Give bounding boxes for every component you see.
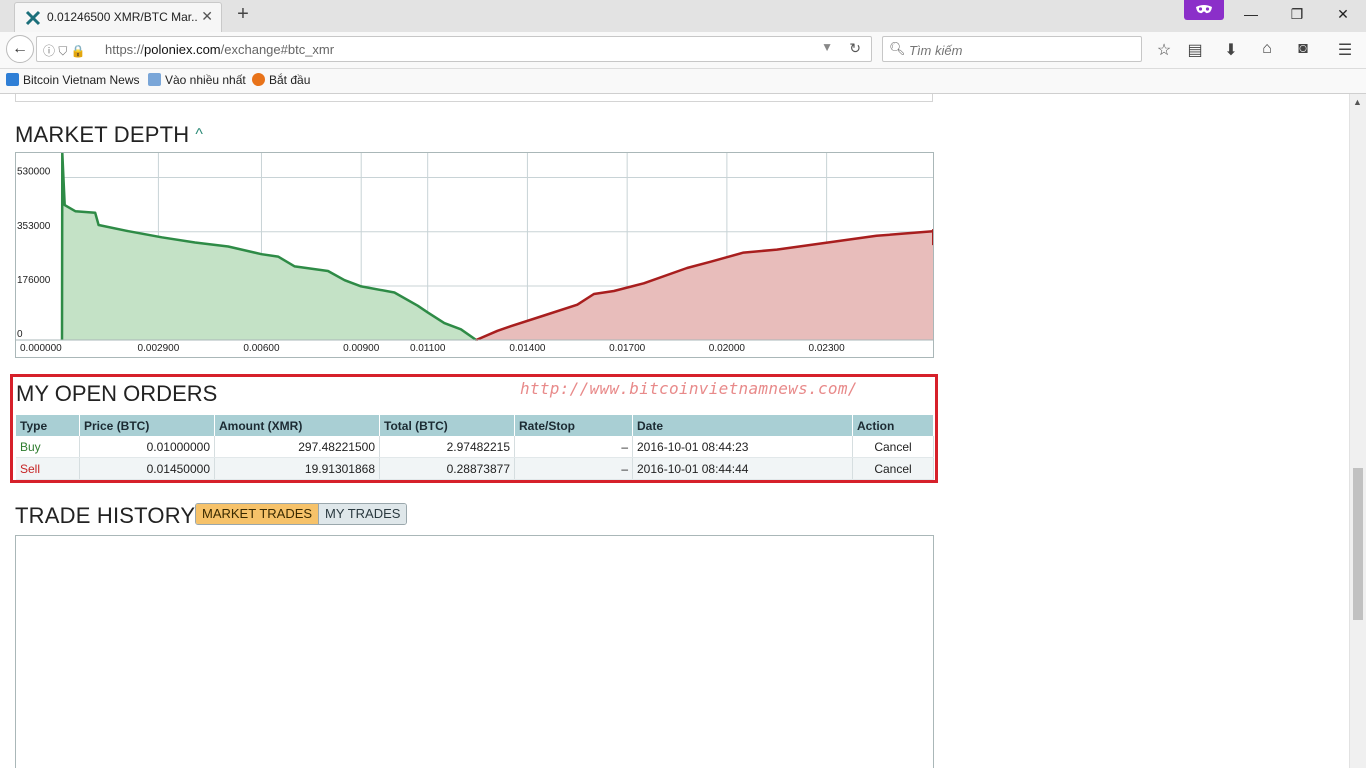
most-visited-icon bbox=[148, 73, 161, 86]
market-depth-title: MARKET DEPTH ^ bbox=[15, 122, 204, 147]
order-rate-stop: – bbox=[514, 436, 633, 458]
bookmarks-bar: Bitcoin Vietnam News Vào nhiều nhất Bắt … bbox=[0, 69, 1366, 94]
depth-chart-svg: 0.000000 0.002900 0.00600 0.00900 0.01100 0.0… bbox=[16, 151, 934, 354]
y-tick-label: 176000 bbox=[17, 275, 51, 286]
order-rate-stop: – bbox=[514, 457, 633, 480]
menu-icon[interactable]: ☰ bbox=[1335, 40, 1355, 60]
back-button[interactable]: ← bbox=[6, 35, 34, 63]
x-tick-label: 0.01400 bbox=[509, 343, 546, 354]
x-tick-label: 0.02000 bbox=[709, 343, 746, 354]
tab-title: 0.01246500 XMR/BTC Mar... bbox=[47, 10, 197, 24]
search-icon: 🔍︎ bbox=[889, 41, 906, 56]
bids-area bbox=[62, 153, 477, 340]
order-total: 0.28873877 bbox=[379, 457, 515, 480]
restore-icon[interactable]: ❐ bbox=[1287, 6, 1307, 24]
x-tick-label: 0.000000 bbox=[20, 343, 62, 354]
url-text: https://poloniex.com/exchange#btc_xmr bbox=[105, 42, 335, 57]
cancel-order-button[interactable]: Cancel bbox=[852, 457, 934, 480]
x-tick-label: 0.01100 bbox=[410, 343, 446, 354]
download-icon[interactable]: ⬇ bbox=[1221, 40, 1241, 60]
order-amount: 19.91301868 bbox=[214, 457, 380, 480]
minimize-icon[interactable]: — bbox=[1241, 6, 1261, 24]
col-rate-stop[interactable]: Rate/Stop bbox=[514, 415, 633, 436]
y-tick-label: 0 bbox=[17, 329, 23, 340]
page-scrollbar[interactable]: ▲ bbox=[1349, 94, 1366, 768]
y-tick-label: 353000 bbox=[17, 221, 51, 232]
y-tick-label: 530000 bbox=[17, 167, 51, 178]
bookmark-bitcoin-vietnam-news[interactable]: Bitcoin Vietnam News bbox=[6, 73, 140, 87]
cancel-order-button[interactable]: Cancel bbox=[852, 436, 934, 458]
pocket-icon[interactable]: ◙ bbox=[1293, 40, 1313, 60]
page-content: MARKET DEPTH ^ 0.000000 0.002900 0.00600 0.0… bbox=[0, 94, 1349, 768]
open-orders-table: Type Price (BTC) Amount (XMR) Total (BTC… bbox=[16, 415, 934, 480]
my-trades-tab[interactable]: MY TRADES bbox=[319, 504, 407, 524]
market-trades-tab[interactable]: MARKET TRADES bbox=[196, 504, 320, 524]
home-icon[interactable]: ⌂ bbox=[1257, 40, 1277, 60]
table-row: Sell 0.01450000 19.91301868 0.28873877 –… bbox=[16, 457, 934, 480]
open-orders-title: MY OPEN ORDERS bbox=[16, 381, 218, 406]
poloniex-favicon-icon bbox=[25, 10, 41, 26]
previous-panel-edge bbox=[15, 94, 933, 102]
order-amount: 297.48221500 bbox=[214, 436, 380, 458]
bitcoin-bookmark-icon bbox=[6, 73, 19, 86]
table-header-row: Type Price (BTC) Amount (XMR) Total (BTC… bbox=[16, 415, 934, 436]
firefox-icon bbox=[252, 73, 265, 86]
bookmark-star-icon[interactable]: ☆ bbox=[1154, 40, 1174, 60]
col-price[interactable]: Price (BTC) bbox=[79, 415, 215, 436]
tab-bar: 0.01246500 XMR/BTC Mar... ✕ + — ❐ ✕ bbox=[0, 0, 1366, 32]
order-price: 0.01450000 bbox=[79, 457, 215, 480]
x-tick-label: 0.002900 bbox=[138, 343, 180, 354]
bookmark-most-visited[interactable]: Vào nhiều nhất bbox=[148, 73, 246, 87]
url-bar[interactable]: ⓘ ⛉ 🔒 https://poloniex.com/exchange#btc_… bbox=[36, 36, 872, 62]
col-action[interactable]: Action bbox=[852, 415, 934, 436]
tab-close-icon[interactable]: ✕ bbox=[201, 8, 213, 25]
order-date: 2016-10-01 08:44:23 bbox=[632, 436, 853, 458]
col-date[interactable]: Date bbox=[632, 415, 853, 436]
open-orders-panel: MY OPEN ORDERS http://www.bitcoinvietnam… bbox=[10, 374, 938, 483]
trade-history-panel bbox=[15, 535, 934, 768]
watermark-text: http://www.bitcoinvietnamnews.com/ bbox=[520, 379, 858, 398]
scrollbar-thumb[interactable] bbox=[1353, 468, 1363, 620]
url-dropdown-icon[interactable]: ▼ bbox=[821, 40, 833, 54]
bookmark-getting-started[interactable]: Bắt đầu bbox=[252, 73, 310, 87]
order-date: 2016-10-01 08:44:44 bbox=[632, 457, 853, 480]
navigation-bar: ← ⓘ ⛉ 🔒 https://poloniex.com/exchange#bt… bbox=[0, 32, 1366, 69]
market-depth-chart: 0.000000 0.002900 0.00600 0.00900 0.01100 0.0… bbox=[15, 151, 934, 358]
new-tab-icon[interactable]: + bbox=[233, 3, 253, 26]
browser-tab[interactable]: 0.01246500 XMR/BTC Mar... ✕ bbox=[14, 2, 222, 32]
col-total[interactable]: Total (BTC) bbox=[379, 415, 515, 436]
trade-history-tabs: MARKET TRADES MY TRADES bbox=[195, 503, 408, 525]
window-close-icon[interactable]: ✕ bbox=[1333, 6, 1353, 24]
order-total: 2.97482215 bbox=[379, 436, 515, 458]
x-tick-label: 0.00600 bbox=[243, 343, 280, 354]
x-tick-label: 0.01700 bbox=[609, 343, 646, 354]
scroll-up-icon[interactable]: ▲ bbox=[1353, 97, 1362, 107]
site-info-icon[interactable]: ⓘ ⛉ 🔒 bbox=[43, 42, 86, 59]
reload-icon[interactable]: ↻ bbox=[849, 40, 861, 57]
x-tick-label: 0.02300 bbox=[809, 343, 846, 354]
collapse-caret-icon[interactable]: ^ bbox=[195, 126, 203, 143]
order-type: Buy bbox=[16, 436, 80, 458]
private-browsing-icon bbox=[1184, 0, 1224, 20]
col-amount[interactable]: Amount (XMR) bbox=[214, 415, 380, 436]
order-type: Sell bbox=[16, 457, 80, 480]
table-row: Buy 0.01000000 297.48221500 2.97482215 –… bbox=[16, 436, 934, 458]
search-input[interactable] bbox=[907, 39, 1131, 61]
reading-list-icon[interactable]: ▤ bbox=[1185, 40, 1205, 60]
order-price: 0.01000000 bbox=[79, 436, 215, 458]
x-tick-label: 0.00900 bbox=[343, 343, 380, 354]
trade-history-title: TRADE HISTORY bbox=[15, 503, 196, 528]
col-type[interactable]: Type bbox=[16, 415, 80, 436]
search-bar[interactable]: 🔍︎ bbox=[882, 36, 1142, 62]
